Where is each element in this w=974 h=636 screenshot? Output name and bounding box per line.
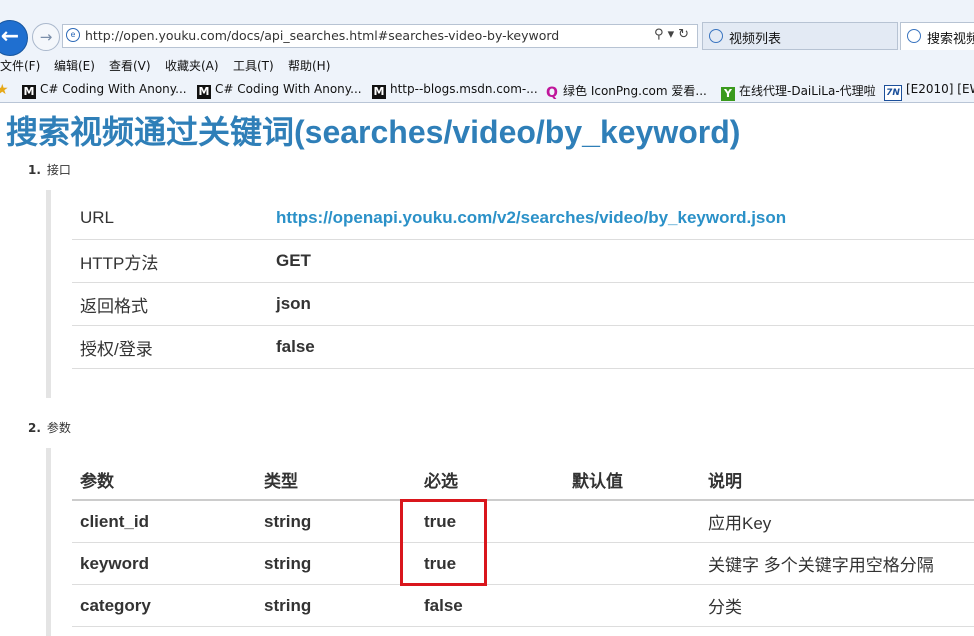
section-params-label: 2. 参数: [28, 421, 71, 435]
interface-table: URL https://openapi.youku.com/v2/searches…: [72, 197, 974, 369]
msdn-icon: M: [372, 85, 386, 99]
section-interface-label: 1. 接口: [28, 163, 71, 177]
refresh-icon[interactable]: ↻: [678, 27, 693, 42]
tab-page-icon: [709, 29, 723, 43]
tn-site-icon: 7N: [884, 85, 902, 101]
table-row: keyword string true 关键字 多个关键字用空格分隔: [72, 542, 974, 585]
proxy-site-icon: Y: [721, 87, 735, 101]
table-row: HTTP方法 GET: [72, 239, 974, 283]
api-url-link[interactable]: https://openapi.youku.com/v2/searches/vi…: [276, 208, 786, 227]
address-bar[interactable]: e http://open.youku.com/docs/api_searche…: [62, 24, 698, 48]
section-bar: [46, 448, 51, 636]
ie-page-icon: e: [66, 28, 80, 42]
page-title: 搜索视频通过关键词(searches/video/by_keyword): [6, 114, 741, 150]
dropdown-icon[interactable]: ▾: [668, 27, 679, 42]
arrow-left-icon: ←: [0, 24, 20, 49]
favorite-link[interactable]: Mhttp--blogs.msdn.com-...: [372, 82, 538, 99]
table-row: 授权/登录 false: [72, 325, 974, 369]
menu-help[interactable]: 帮助(H): [288, 57, 330, 74]
menu-view[interactable]: 查看(V): [109, 57, 151, 74]
favorite-link[interactable]: M C# Coding With Anony...: [22, 82, 187, 99]
table-row: category string false 分类: [72, 584, 974, 627]
tab-label: 视频列表: [729, 32, 782, 47]
tab-search-video[interactable]: 搜索视频: [900, 22, 974, 50]
chrome-divider: [0, 102, 974, 103]
tab-video-list[interactable]: 视频列表: [702, 22, 898, 50]
search-icon[interactable]: ⚲: [654, 27, 668, 42]
menu-bar: 文件(F) 编辑(E) 查看(V) 收藏夹(A) 工具(T) 帮助(H): [0, 55, 974, 75]
menu-favorites[interactable]: 收藏夹(A): [165, 57, 219, 74]
tab-page-icon: [907, 29, 921, 43]
forward-button[interactable]: →: [32, 23, 60, 51]
table-row: 返回格式 json: [72, 282, 974, 326]
table-row: client_id string true 应用Key: [72, 500, 974, 543]
url-text: http://open.youku.com/docs/api_searches.…: [85, 28, 560, 43]
params-table: 参数 类型 必选 默认值 说明 client_id string true 应用…: [72, 459, 974, 627]
favorites-bar: ★ M C# Coding With Anony... M C# Coding Wi…: [0, 79, 974, 101]
msdn-icon: M: [22, 85, 36, 99]
arrow-right-icon: →: [39, 28, 53, 46]
favorite-link[interactable]: 7N [E2010] [EW: [884, 82, 974, 101]
magnifier-icon: Q: [546, 85, 558, 101]
section-bar: [46, 190, 51, 398]
msdn-icon: M: [197, 85, 211, 99]
tab-label: 搜索视频: [927, 32, 974, 47]
menu-edit[interactable]: 编辑(E): [54, 57, 95, 74]
menu-tools[interactable]: 工具(T): [233, 57, 274, 74]
address-tools[interactable]: ⚲▾↻: [654, 27, 693, 42]
table-row: URL https://openapi.youku.com/v2/searches…: [72, 197, 974, 240]
favorite-link[interactable]: M C# Coding With Anony...: [197, 82, 362, 99]
favorite-link[interactable]: Q 绿色 IconPng.com 爱看...: [545, 82, 707, 100]
favorites-star-icon[interactable]: ★: [0, 82, 9, 98]
required-highlight-box: [400, 499, 487, 586]
menu-file[interactable]: 文件(F): [0, 57, 40, 74]
table-header-row: 参数 类型 必选 默认值 说明: [72, 459, 974, 501]
favorite-link[interactable]: Y 在线代理-DaiLiLa-代理啦: [721, 82, 876, 101]
